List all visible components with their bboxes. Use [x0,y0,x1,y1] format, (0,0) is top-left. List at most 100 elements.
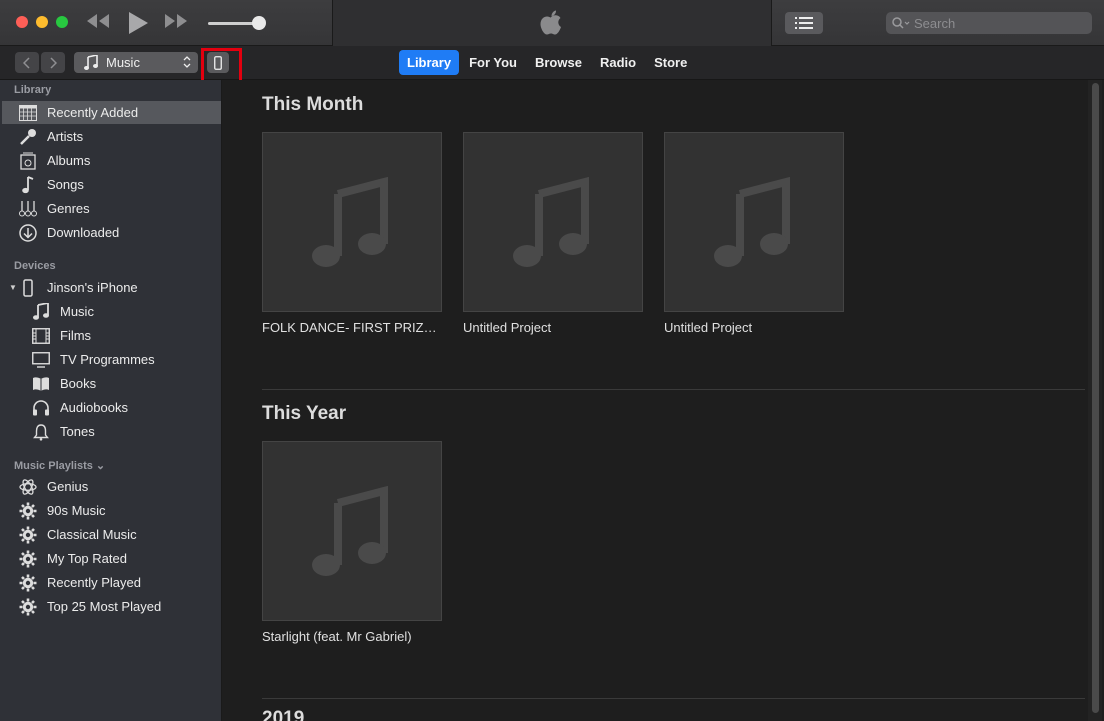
media-type-selector[interactable]: Music [74,52,198,73]
volume-slider-knob[interactable] [252,16,266,30]
gear-icon [18,549,38,569]
sidebar-item-label: Songs [47,177,84,192]
sidebar-item-downloaded[interactable]: Downloaded [2,221,221,244]
sidebar-item-classical-music[interactable]: Classical Music [2,523,221,546]
sidebar-item-recently-played[interactable]: Recently Played [2,571,221,594]
search-field[interactable] [886,12,1092,34]
sidebar-item-label: Classical Music [47,527,137,542]
sidebar-item-label: Jinson's iPhone [47,280,138,295]
sidebar-item-artists[interactable]: Artists [2,125,221,148]
atom-icon [18,477,38,497]
rewind-icon [87,14,109,28]
gear-icon [18,597,38,617]
sidebar-item-device-books[interactable]: Books [2,372,221,395]
fast-forward-button[interactable] [164,11,188,36]
album-artwork-placeholder[interactable] [463,132,643,312]
album-card[interactable]: Untitled Project [463,132,643,335]
sidebar-item-label: Genius [47,479,89,494]
rewind-button[interactable] [86,11,110,36]
media-type-label: Music [106,55,140,70]
navigation-bar: Music Library For You Browse Radio Store [0,46,1104,80]
sidebar-item-label: Downloaded [47,225,120,240]
gear-icon [18,525,38,545]
sidebar-item-label: Films [60,328,92,343]
devices-section-header: Devices [14,260,56,272]
gear-icon [18,501,38,521]
fast-forward-icon [165,14,187,28]
tab-library[interactable]: Library [399,50,460,75]
scrollbar-thumb[interactable] [1092,83,1099,713]
note-icon [18,175,38,195]
sidebar-item-label: Top 25 Most Played [47,599,162,614]
sidebar-item-device-tv[interactable]: TV Programmes [2,348,221,371]
sidebar-item-my-top-rated[interactable]: My Top Rated [2,547,221,570]
tab-browse[interactable]: Browse [527,50,590,75]
sidebar-item-label: Books [60,376,97,391]
play-icon [129,12,148,34]
zoom-window-button[interactable] [56,16,68,28]
tab-for-you[interactable]: For You [461,50,525,75]
album-artwork-placeholder[interactable] [664,132,844,312]
album-card[interactable]: Starlight (feat. Mr Gabriel) [262,441,442,644]
search-input[interactable] [914,15,1084,31]
sidebar-item-top-25-most-played[interactable]: Top 25 Most Played [2,595,221,618]
guitar-icon [18,199,38,219]
tab-radio[interactable]: Radio [592,50,644,75]
title-bar [0,0,1104,46]
close-window-button[interactable] [16,16,28,28]
chevron-right-icon [50,56,57,69]
sidebar-item-label: TV Programmes [60,352,155,367]
section-divider [262,698,1085,699]
chevron-left-icon [23,56,30,69]
search-icon [892,17,910,29]
up-next-list-button[interactable] [785,12,823,34]
sidebar-item-albums[interactable]: Albums [2,149,221,172]
sidebar-item-device-audiobooks[interactable]: Audiobooks [2,396,221,419]
sidebar-item-device-music[interactable]: Music [2,300,221,323]
sidebar-item-label: Audiobooks [60,400,128,415]
library-section-header: Library [14,84,52,96]
apple-logo-icon [538,9,564,44]
album-artwork-placeholder[interactable] [262,132,442,312]
sidebar: Library Recently Added Artists Albums So… [0,80,222,721]
sidebar-item-genius[interactable]: Genius [2,475,221,498]
note-icon [31,302,51,322]
view-tabs: Library For You Browse Radio Store [399,50,695,75]
minimize-window-button[interactable] [36,16,48,28]
music-playlists-section-header[interactable]: Music Playlists ⌄ [14,459,105,472]
album-card[interactable]: Untitled Project [664,132,844,335]
tv-icon [31,350,51,370]
album-title[interactable]: Starlight (feat. Mr Gabriel) [262,629,442,644]
film-icon [31,326,51,346]
sidebar-item-recently-added[interactable]: Recently Added [2,101,221,124]
download-circle-icon [18,223,38,243]
sidebar-item-label: Genres [47,201,90,216]
back-button[interactable] [15,52,39,73]
music-note-icon [714,176,790,267]
tab-store[interactable]: Store [646,50,695,75]
sidebar-item-device-tones[interactable]: Tones [2,420,221,443]
book-icon [31,374,51,394]
album-icon [18,151,38,171]
vertical-scrollbar[interactable] [1088,80,1102,721]
sidebar-item-label: Recently Added [47,105,139,120]
album-artwork-placeholder[interactable] [262,441,442,621]
grid-calendar-icon [18,103,38,123]
sidebar-item-label: Recently Played [47,575,141,590]
sidebar-item-device[interactable]: Jinson's iPhone [2,276,221,299]
forward-button[interactable] [41,52,65,73]
sidebar-item-90s-music[interactable]: 90s Music [2,499,221,522]
sidebar-item-device-films[interactable]: Films [2,324,221,347]
list-icon [795,17,813,29]
album-title[interactable]: FOLK DANCE- FIRST PRIZE… [262,320,442,335]
album-card[interactable]: FOLK DANCE- FIRST PRIZE… [262,132,442,335]
iphone-icon [18,278,38,298]
this-month-heading: This Month [262,94,364,115]
sidebar-item-songs[interactable]: Songs [2,173,221,196]
sidebar-item-genres[interactable]: Genres [2,197,221,220]
section-divider [262,389,1085,390]
music-note-icon [513,176,589,267]
play-button[interactable] [126,11,150,40]
album-title[interactable]: Untitled Project [463,320,643,335]
album-title[interactable]: Untitled Project [664,320,844,335]
